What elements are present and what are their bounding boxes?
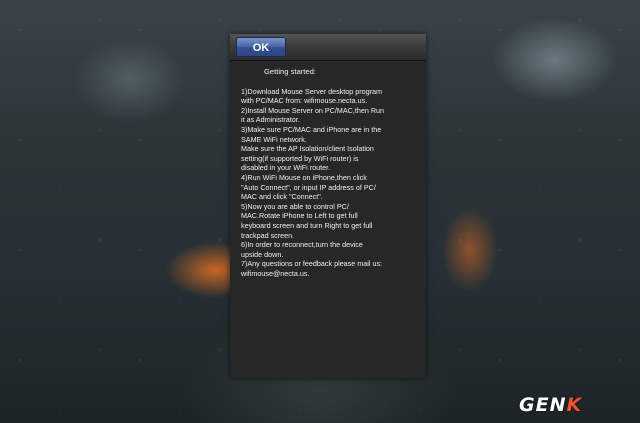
instruction-line: MAC and click "Connect".	[241, 192, 323, 202]
instruction-line: it as Administrator.	[241, 115, 300, 125]
instruction-line: SAME WiFi network.	[241, 134, 307, 144]
dialog-toolbar: OK	[230, 34, 426, 61]
watermark-text: GEN	[519, 394, 567, 416]
getting-started-dialog: OK Getting started: 1)Download Mouse Ser…	[230, 34, 426, 378]
instruction-line: 2)Install Mouse Server on PC/MAC,then Ru…	[241, 105, 385, 115]
genk-watermark-logo: GENK	[519, 394, 582, 416]
instruction-line: keyboard screen and turn Right to get fu…	[241, 220, 373, 230]
watermark-accent-text: K	[566, 394, 583, 416]
instruction-line: 4)Run WiFi Mouse on iPhone,then click	[241, 172, 367, 182]
instruction-line: disabled in your WiFi router.	[241, 163, 331, 173]
instruction-line: upside down.	[241, 249, 284, 259]
instruction-line: 3)Make sure PC/MAC and iPhone are in the	[241, 124, 382, 134]
instruction-line: trackpad screen.	[241, 230, 295, 240]
instruction-line: 7)Any questions or feedback please mail …	[241, 259, 383, 269]
instruction-line: setting(if supported by WiFi router) is	[241, 153, 359, 163]
instruction-line: 6)In order to reconnect,turn the device	[241, 240, 363, 250]
instructions-text: Getting started: 1)Download Mouse Server…	[241, 67, 421, 278]
instruction-line: 5)Now you are able to control PC/	[241, 201, 349, 211]
instruction-line: MAC.Rotate iPhone to Left to get full	[241, 211, 358, 221]
ok-button[interactable]: OK	[236, 37, 286, 57]
instruction-line: "Auto Connect", or input IP address of P…	[241, 182, 376, 192]
instruction-line: with PC/MAC from: wifimouse.necta.us.	[241, 96, 368, 106]
instruction-line: wifimouse@necta.us.	[241, 268, 310, 278]
instruction-line: Make sure the AP Isolation/client Isolat…	[241, 144, 374, 154]
dialog-heading: Getting started:	[264, 67, 316, 76]
instruction-line: 1)Download Mouse Server desktop program	[241, 86, 383, 96]
